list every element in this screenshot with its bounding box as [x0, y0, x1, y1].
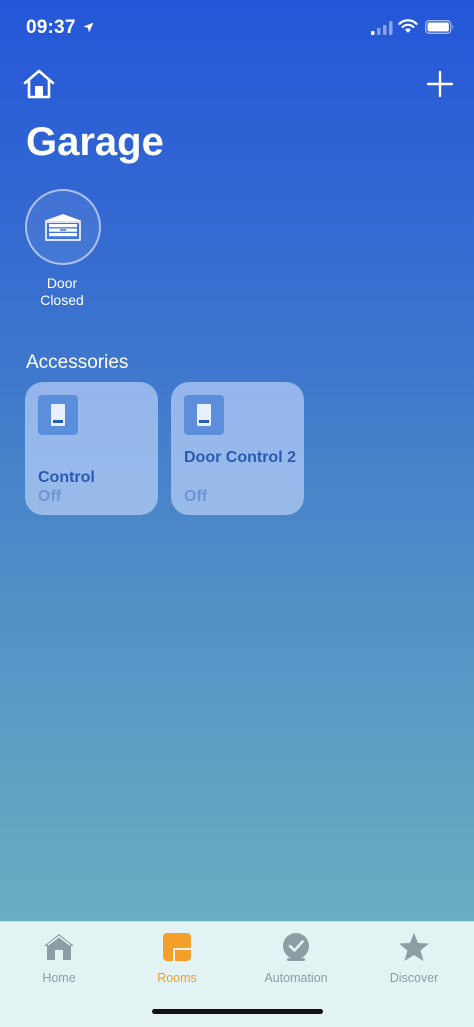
- accessories-section-title: Accessories: [26, 352, 129, 373]
- tab-label: Rooms: [157, 971, 197, 985]
- accessory-name: Door Control 2: [184, 449, 296, 466]
- star-icon: [399, 933, 429, 961]
- accessory-state: Off: [38, 488, 62, 505]
- status-time: 09:37: [26, 17, 76, 38]
- wifi-icon: [398, 19, 418, 33]
- garage-door-icon: [44, 214, 82, 241]
- accessory-tile-control[interactable]: Control Off: [25, 382, 158, 515]
- room-title: Garage: [26, 120, 164, 164]
- garage-door-status[interactable]: Door Closed: [25, 189, 101, 309]
- tab-home[interactable]: Home: [0, 932, 118, 985]
- accessory-name: Control: [38, 469, 95, 486]
- accessory-state: Off: [184, 488, 208, 505]
- switch-icon: [184, 395, 224, 435]
- status-label-line1: Door: [46, 275, 78, 291]
- status-bar: 09:37: [0, 0, 474, 56]
- tab-rooms[interactable]: Rooms: [118, 932, 236, 985]
- location-arrow-icon: [83, 22, 94, 33]
- cellular-signal-icon: [371, 21, 393, 35]
- accessory-tile-door-control-2[interactable]: Door Control 2 Off: [171, 382, 304, 515]
- house-icon: [44, 934, 74, 960]
- home-settings-button[interactable]: [22, 68, 56, 100]
- status-label-line2: Closed: [40, 292, 84, 308]
- tab-label: Discover: [389, 971, 439, 985]
- tab-discover[interactable]: Discover: [355, 932, 473, 985]
- tab-automation[interactable]: Automation: [237, 932, 355, 985]
- rooms-icon: [163, 933, 191, 961]
- battery-icon: [425, 20, 454, 34]
- tab-label: Home: [42, 971, 76, 985]
- clock-check-icon: [283, 933, 309, 961]
- plus-icon: [426, 70, 454, 98]
- switch-icon: [38, 395, 78, 435]
- garage-door-status-label: Door Closed: [24, 275, 100, 309]
- add-button[interactable]: [426, 70, 454, 98]
- garage-door-status-circle: [25, 189, 101, 265]
- tab-label: Automation: [264, 971, 328, 985]
- house-outline-icon: [23, 69, 55, 99]
- home-indicator[interactable]: [152, 1009, 323, 1014]
